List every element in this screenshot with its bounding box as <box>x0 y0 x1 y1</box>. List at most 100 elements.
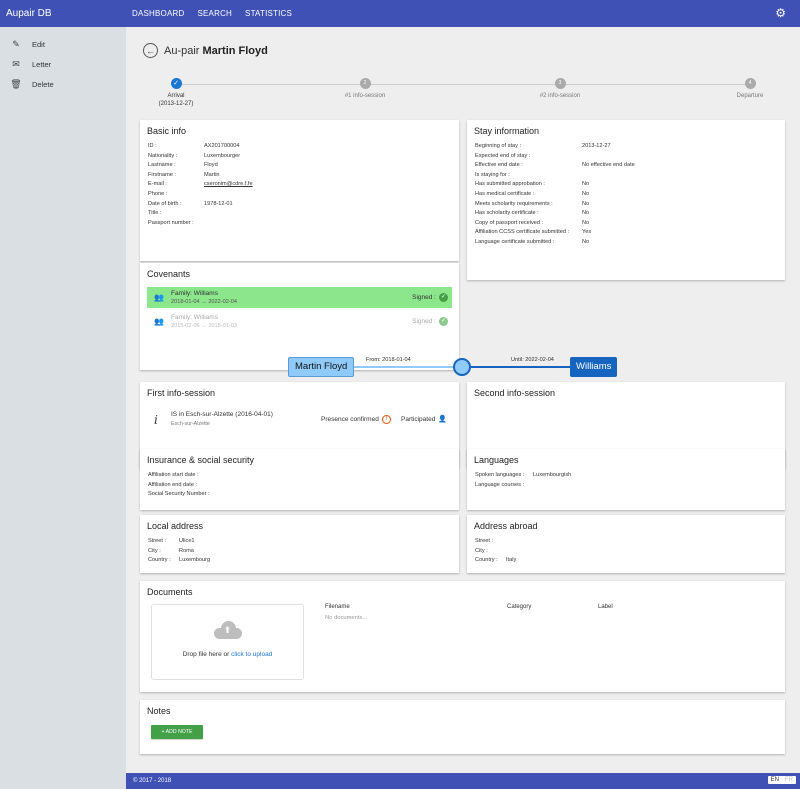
timeline-from: From: 2018-01-04 <box>366 357 411 363</box>
sidebar-item-label: Edit <box>32 39 45 49</box>
lang-en[interactable]: EN <box>768 776 782 784</box>
main-nav: DASHBOARD SEARCH STATISTICS <box>126 9 305 18</box>
step-arrival[interactable]: ✓ Arrival (2013-12-27) <box>136 78 216 108</box>
nav-search[interactable]: SEARCH <box>197 9 232 18</box>
basic-info-list: ID : AX201700004 Nationality : Luxembourge… <box>148 142 253 228</box>
page-title: Martin Floyd <box>202 44 268 57</box>
card-title: Address abroad <box>474 521 538 531</box>
lang-fr[interactable]: FR <box>782 776 796 784</box>
drop-text: Drop file here or <box>182 651 230 658</box>
step-info-session-2[interactable]: 3 #2 info-session <box>520 78 600 100</box>
person-add-icon: 👤 <box>438 416 448 423</box>
check-circle-icon: ✓ <box>439 293 448 302</box>
language-switcher: EN FR <box>767 776 796 784</box>
click-to-upload-link[interactable]: click to upload <box>231 651 272 658</box>
page-header: ← Au-pair Martin Floyd <box>143 43 268 58</box>
info-row: Has submitted approbation : No <box>475 181 590 188</box>
info-row: Language certificate submitted : No <box>475 238 590 245</box>
card-title: Stay information <box>474 126 540 136</box>
card-title: Documents <box>147 587 193 597</box>
info-row: Country : Italy <box>475 557 517 564</box>
email-link[interactable]: cseronim@cdre.f.fe <box>204 180 253 190</box>
languages-list: Spoken languages : Luxembourgish Language… <box>475 471 571 490</box>
info-row: Beginning of stay :2013-12-27 <box>475 143 611 149</box>
progress-stepper: ✓ Arrival (2013-12-27) 2 #1 info-session… <box>140 78 798 112</box>
back-arrow-icon[interactable]: ← <box>143 43 158 58</box>
stay-info-card: Stay information Beginning of stay :2013… <box>467 120 785 280</box>
documents-empty-message: No documents... <box>325 615 368 621</box>
info-row: Title : <box>148 210 162 217</box>
file-dropzone[interactable]: ⬆ Drop file here or click to upload <box>151 604 304 680</box>
local-address-list: Street : Ulice1 City : Roma Country : Luxem… <box>148 537 210 566</box>
info-row: Affiliation end date : <box>148 481 198 488</box>
step-number: 2 <box>359 78 371 89</box>
step-label: #1 info-session <box>344 93 386 99</box>
info-row: E-mail : cseronim@cdre.f.fe <box>148 180 253 190</box>
sidebar-item-letter[interactable]: ✉ Letter <box>0 54 126 74</box>
cloud-upload-icon: ⬆ <box>213 621 242 639</box>
page-title-prefix: Au-pair <box>164 44 200 57</box>
presence-status: Presence confirmed ! <box>321 415 391 424</box>
add-note-button[interactable]: + ADD NOTE <box>151 725 203 739</box>
covenant-dates: 2018-01-04 → 2022-02-04 <box>171 298 237 305</box>
participated-status: Participated 👤 <box>401 415 448 424</box>
timeline-node <box>453 358 471 376</box>
covenants-card: Covenants 👥 Family: Williams 2018-01-04 … <box>140 263 459 370</box>
nav-dashboard[interactable]: DASHBOARD <box>132 9 184 18</box>
step-info-session-1[interactable]: 2 #1 info-session <box>325 78 405 100</box>
sidebar-item-edit[interactable]: ✎ Edit <box>0 34 126 54</box>
sidebar: ✎ Edit ✉ Letter 🗑 Delete <box>0 27 126 789</box>
family-chip[interactable]: Williams <box>570 357 618 377</box>
info-row: Affiliation CCSS certificate submitted :… <box>475 229 592 236</box>
local-address-card: Local address Street : Ulice1 City : Roma … <box>140 515 459 573</box>
check-icon: ✓ <box>170 78 182 89</box>
info-row: Copy of passport received : No <box>475 219 590 226</box>
column-header-label[interactable]: Label <box>598 604 613 610</box>
card-title: Second info-session <box>474 388 556 398</box>
pencil-icon: ✎ <box>12 38 20 49</box>
info-row: Phone : <box>148 190 168 197</box>
info-row: Lastname : Floyd <box>148 162 218 169</box>
address-abroad-card: Address abroad Street : City : Country :… <box>467 515 785 573</box>
info-row: Street : Ulice1 <box>148 538 195 544</box>
app-title[interactable]: Aupair DB <box>0 8 126 19</box>
address-abroad-list: Street : City : Country : Italy <box>475 537 516 566</box>
covenant-row[interactable]: 👥 Family: Williams 2015-02-06 → 2018-01-… <box>147 311 452 332</box>
card-title: First info-session <box>147 388 216 398</box>
info-row: Social Security Number : <box>148 491 210 498</box>
card-title: Notes <box>147 706 171 716</box>
step-departure[interactable]: 4 Departure <box>710 78 790 100</box>
main-content: ← Au-pair Martin Floyd ✓ Arrival (2013-1… <box>126 27 800 773</box>
info-row: Is staying for : <box>475 171 510 178</box>
warning-icon: ! <box>381 415 391 424</box>
covenant-status: Signed : ✓ <box>412 293 448 302</box>
info-session-row[interactable]: i IS in Esch-sur-Alzette (2016-04-01) Es… <box>154 410 454 432</box>
insurance-card: Insurance & social security Affiliation … <box>140 449 459 510</box>
notes-card: Notes + ADD NOTE <box>140 700 785 754</box>
session-place: Esch-sur-Alzette <box>171 420 210 427</box>
info-row: Affiliation start date : <box>148 472 199 478</box>
info-row: Firstname : Martin <box>148 171 220 178</box>
nav-statistics[interactable]: STATISTICS <box>245 9 292 18</box>
covenant-row-active[interactable]: 👥 Family: Williams 2018-01-04 → 2022-02-… <box>147 287 452 308</box>
aupair-chip[interactable]: Martin Floyd <box>288 357 355 377</box>
info-row: Has medical certificate : No <box>475 190 590 197</box>
covenant-status: Signed : ✓ <box>412 317 448 326</box>
info-row: Country : Luxembourg <box>148 557 211 564</box>
family-group-icon: 👥 <box>154 293 164 302</box>
info-icon: i <box>154 413 158 427</box>
info-row: ID : AX201700004 <box>148 143 240 149</box>
info-row: Passport number : <box>148 219 194 226</box>
sidebar-item-delete[interactable]: 🗑 Delete <box>0 74 126 94</box>
column-header-category[interactable]: Category <box>507 604 531 610</box>
step-label: Departure <box>736 93 764 99</box>
card-title: Insurance & social security <box>147 455 255 465</box>
footer: © 2017 - 2018 EN FR <box>126 773 800 789</box>
trash-icon: 🗑 <box>10 78 22 89</box>
top-app-bar: Aupair DB DASHBOARD SEARCH STATISTICS ⚙ <box>0 0 800 27</box>
step-label: Arrival <box>167 93 185 99</box>
card-title: Basic info <box>147 126 187 136</box>
column-header-filename[interactable]: Filename <box>325 604 350 610</box>
settings-gear-icon[interactable]: ⚙ <box>775 7 786 19</box>
info-row: Date of birth :1978-12-01 <box>148 200 233 207</box>
